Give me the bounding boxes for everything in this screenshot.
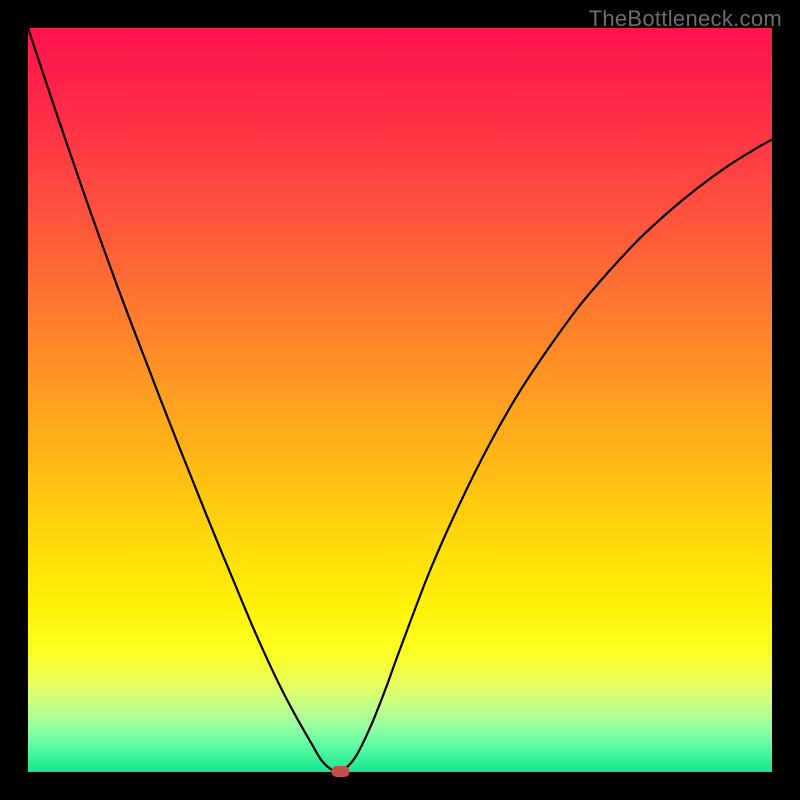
minimum-marker: [331, 766, 349, 777]
curve-svg: [28, 28, 772, 772]
bottleneck-curve: [28, 28, 772, 773]
plot-area: [28, 28, 772, 772]
watermark-text: TheBottleneck.com: [589, 6, 782, 32]
chart-frame: TheBottleneck.com: [0, 0, 800, 800]
